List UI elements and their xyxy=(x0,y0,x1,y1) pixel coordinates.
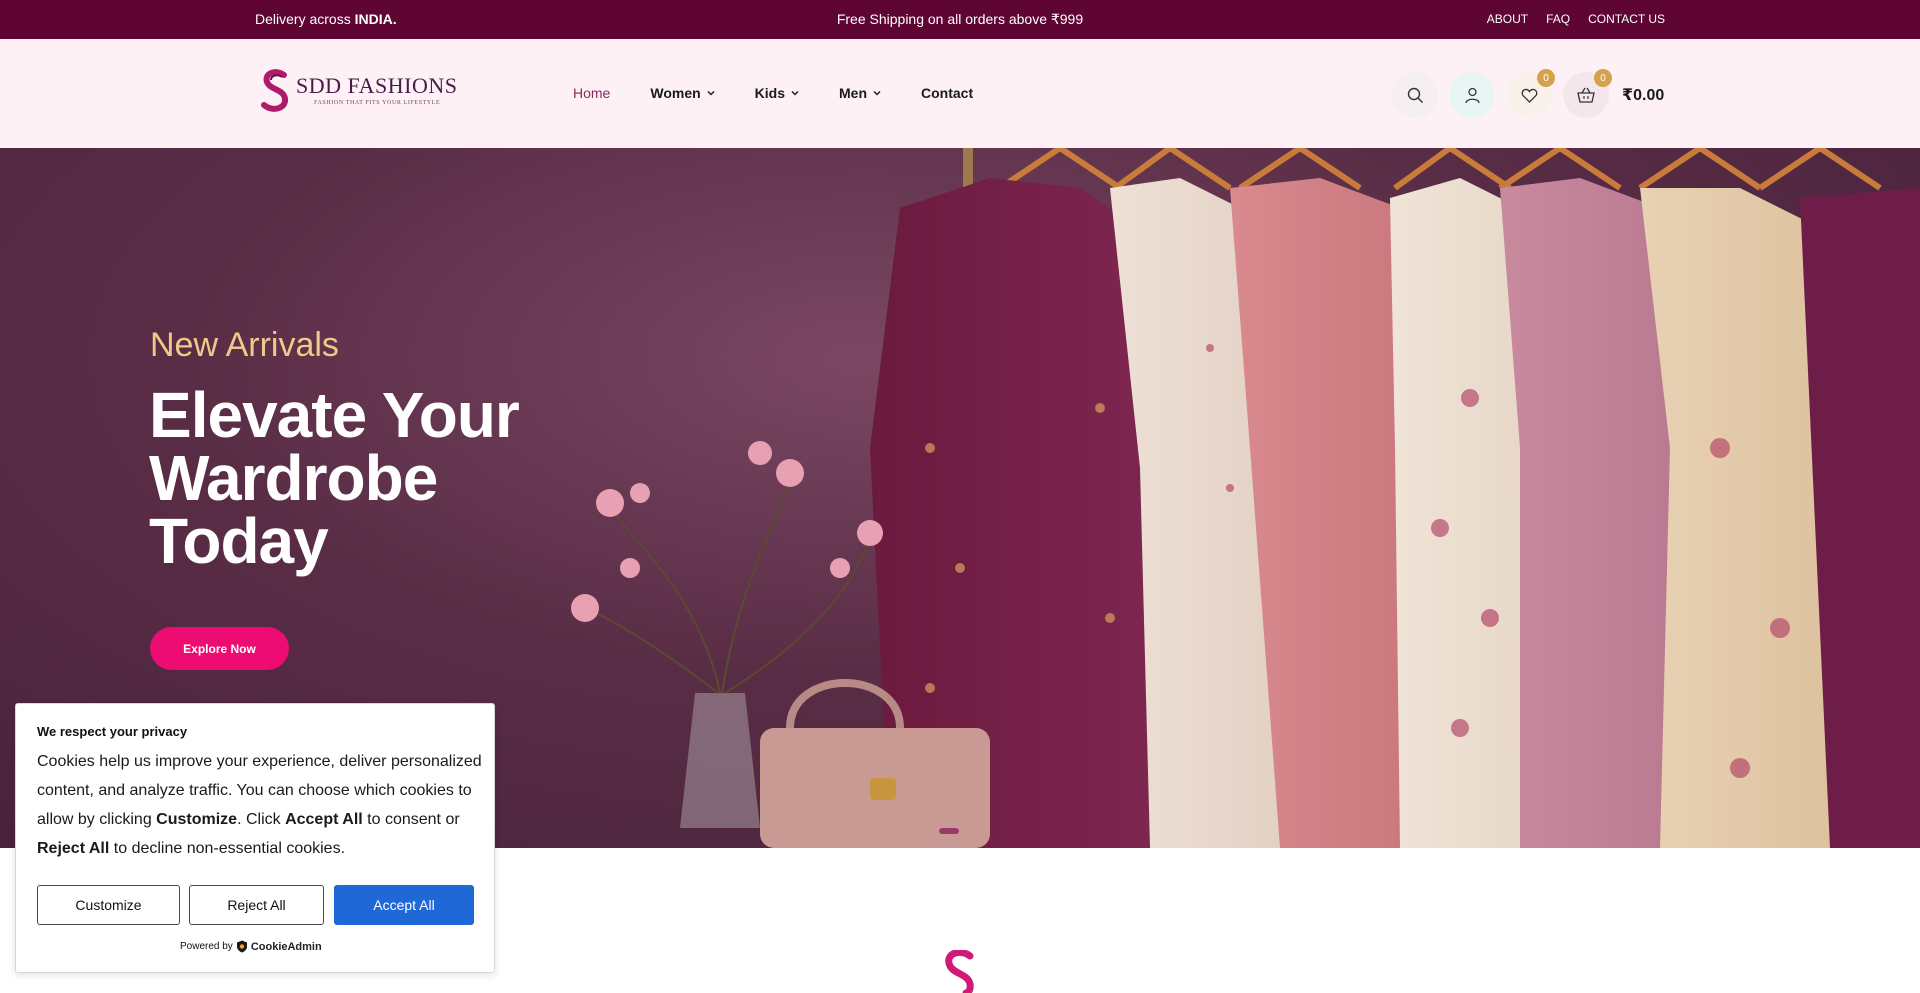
site-header: SDD FASHIONS FASHION THAT FITS YOUR LIFE… xyxy=(0,39,1920,148)
main-nav: Home Women Kids Men Contact xyxy=(573,85,1013,101)
cart-count-badge: 0 xyxy=(1594,69,1612,87)
brand-logo-icon xyxy=(945,950,974,993)
nav-contact-label: Contact xyxy=(921,85,974,101)
cookie-consent-dialog: We respect your privacy Cookies help us … xyxy=(15,703,495,973)
explore-now-button[interactable]: Explore Now xyxy=(150,627,289,670)
cookieadmin-brand[interactable]: CookieAdmin xyxy=(251,941,322,953)
logo-tagline: FASHION THAT FITS YOUR LIFESTYLE xyxy=(314,100,441,106)
about-link[interactable]: ABOUT xyxy=(1487,12,1528,26)
nav-kids-label: Kids xyxy=(754,85,786,101)
nav-men[interactable]: Men xyxy=(839,85,881,101)
nav-home-label: Home xyxy=(573,85,611,101)
cookie-bold-customize: Customize xyxy=(156,811,238,828)
logo-name: SDD FASHIONS xyxy=(296,73,458,98)
cookie-bold-reject: Reject All xyxy=(37,840,110,857)
accept-all-button[interactable]: Accept All xyxy=(334,885,474,925)
shield-icon xyxy=(236,940,247,953)
user-icon xyxy=(1464,87,1480,103)
faq-link[interactable]: FAQ xyxy=(1546,12,1570,26)
cookie-text-4: to decline non-essential cookies. xyxy=(109,840,346,857)
nav-men-label: Men xyxy=(839,85,868,101)
nav-women[interactable]: Women xyxy=(650,85,715,101)
nav-home[interactable]: Home xyxy=(573,85,610,101)
powered-by: Powered by CookieAdmin xyxy=(180,940,322,953)
nav-contact[interactable]: Contact xyxy=(921,85,973,101)
cookie-text-2: . Click xyxy=(237,811,286,828)
header-actions: 0 0 ₹0.00 xyxy=(1392,69,1664,118)
powered-by-text: Powered by xyxy=(180,941,233,952)
search-icon xyxy=(1407,87,1423,103)
top-links: ABOUT FAQ CONTACT US xyxy=(1487,12,1665,26)
cookie-description: Cookies help us improve your experience,… xyxy=(37,747,482,863)
cookie-bold-accept: Accept All xyxy=(285,811,363,828)
wishlist-button[interactable]: 0 xyxy=(1506,69,1555,118)
chevron-down-icon xyxy=(791,90,799,96)
hero-heading: Elevate Your Wardrobe Today xyxy=(149,379,520,577)
account-button[interactable] xyxy=(1449,72,1495,118)
basket-icon xyxy=(1577,87,1595,103)
logo-s-icon xyxy=(261,69,288,112)
wishlist-count-badge: 0 xyxy=(1537,69,1555,87)
customize-button[interactable]: Customize xyxy=(37,885,180,925)
hero-eyebrow: New Arrivals xyxy=(150,326,339,364)
nav-kids[interactable]: Kids xyxy=(755,85,799,101)
cart-total[interactable]: ₹0.00 xyxy=(1622,85,1664,105)
chevron-down-icon xyxy=(873,90,881,96)
search-button[interactable] xyxy=(1392,72,1438,118)
heart-icon xyxy=(1521,88,1537,103)
contact-us-link[interactable]: CONTACT US xyxy=(1588,12,1665,26)
chevron-down-icon xyxy=(707,90,715,96)
cart-button[interactable]: 0 xyxy=(1563,69,1612,118)
site-logo[interactable]: SDD FASHIONS FASHION THAT FITS YOUR LIFE… xyxy=(258,69,457,117)
nav-women-label: Women xyxy=(650,85,701,101)
cookie-title: We respect your privacy xyxy=(37,724,188,739)
announcement-bar: Delivery across INDIA. Free Shipping on … xyxy=(0,0,1920,39)
cookie-text-3: to consent or xyxy=(362,811,460,828)
slider-dot-active[interactable] xyxy=(939,828,959,834)
reject-all-button[interactable]: Reject All xyxy=(189,885,324,925)
